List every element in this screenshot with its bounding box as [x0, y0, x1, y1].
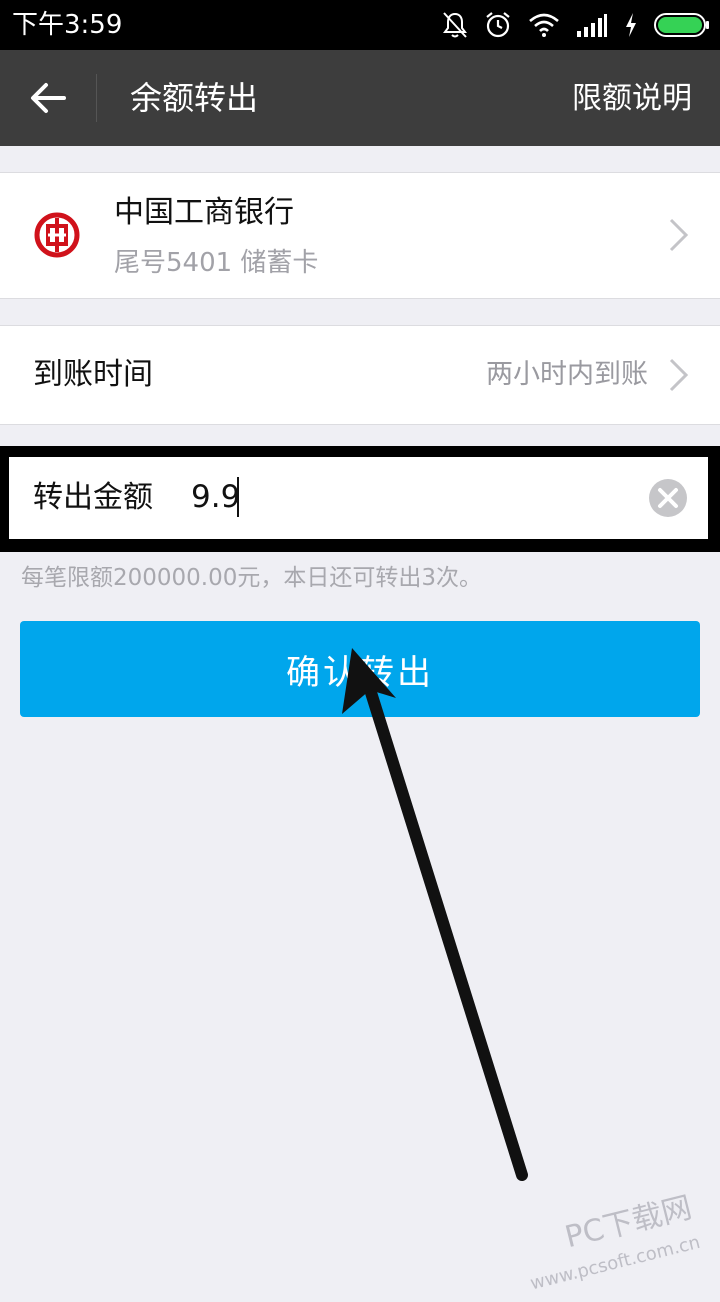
limit-hint: 每笔限额200000.00元，本日还可转出3次。	[21, 565, 483, 591]
battery-icon	[654, 13, 709, 37]
icbc-logo-icon	[34, 212, 80, 258]
alarm-icon	[486, 12, 510, 38]
amount-label: 转出金额	[33, 480, 153, 515]
chevron-right-icon	[669, 218, 689, 252]
bank-name: 中国工商银行	[114, 195, 294, 230]
amount-input[interactable]: 转出金额 9.9	[9, 457, 708, 539]
wifi-icon	[529, 13, 559, 37]
status-icons	[442, 10, 710, 40]
arrival-time-value: 两小时内到账	[486, 359, 648, 390]
signal-icon	[577, 14, 607, 37]
confirm-transfer-button[interactable]: 确认转出	[20, 621, 700, 717]
back-arrow-icon	[31, 83, 66, 113]
amount-value: 9.9	[191, 479, 241, 515]
bell-off-icon	[443, 12, 467, 38]
appbar-divider	[96, 74, 97, 122]
limit-info-link[interactable]: 限额说明	[572, 78, 692, 120]
arrival-time-label: 到账时间	[33, 357, 153, 392]
status-time: 下午3:59	[12, 10, 123, 40]
status-bar: 下午3:59	[0, 0, 720, 50]
bank-card-detail: 尾号5401 储蓄卡	[114, 248, 319, 278]
watermark: PC下载网 www.pcsoft.com.cn	[518, 1190, 704, 1302]
text-caret	[237, 477, 239, 517]
back-button[interactable]	[22, 72, 74, 124]
page-title: 余额转出	[130, 79, 259, 117]
arrival-time-row[interactable]: 到账时间 两小时内到账	[0, 325, 720, 425]
app-bar: 余额转出 限额说明	[0, 50, 720, 146]
clear-icon[interactable]	[648, 478, 688, 518]
amount-highlight-frame: 转出金额 9.9	[0, 446, 720, 552]
bank-account-row[interactable]: 中国工商银行 尾号5401 储蓄卡	[0, 172, 720, 299]
chevron-right-icon	[669, 358, 689, 392]
charging-icon	[626, 13, 636, 37]
